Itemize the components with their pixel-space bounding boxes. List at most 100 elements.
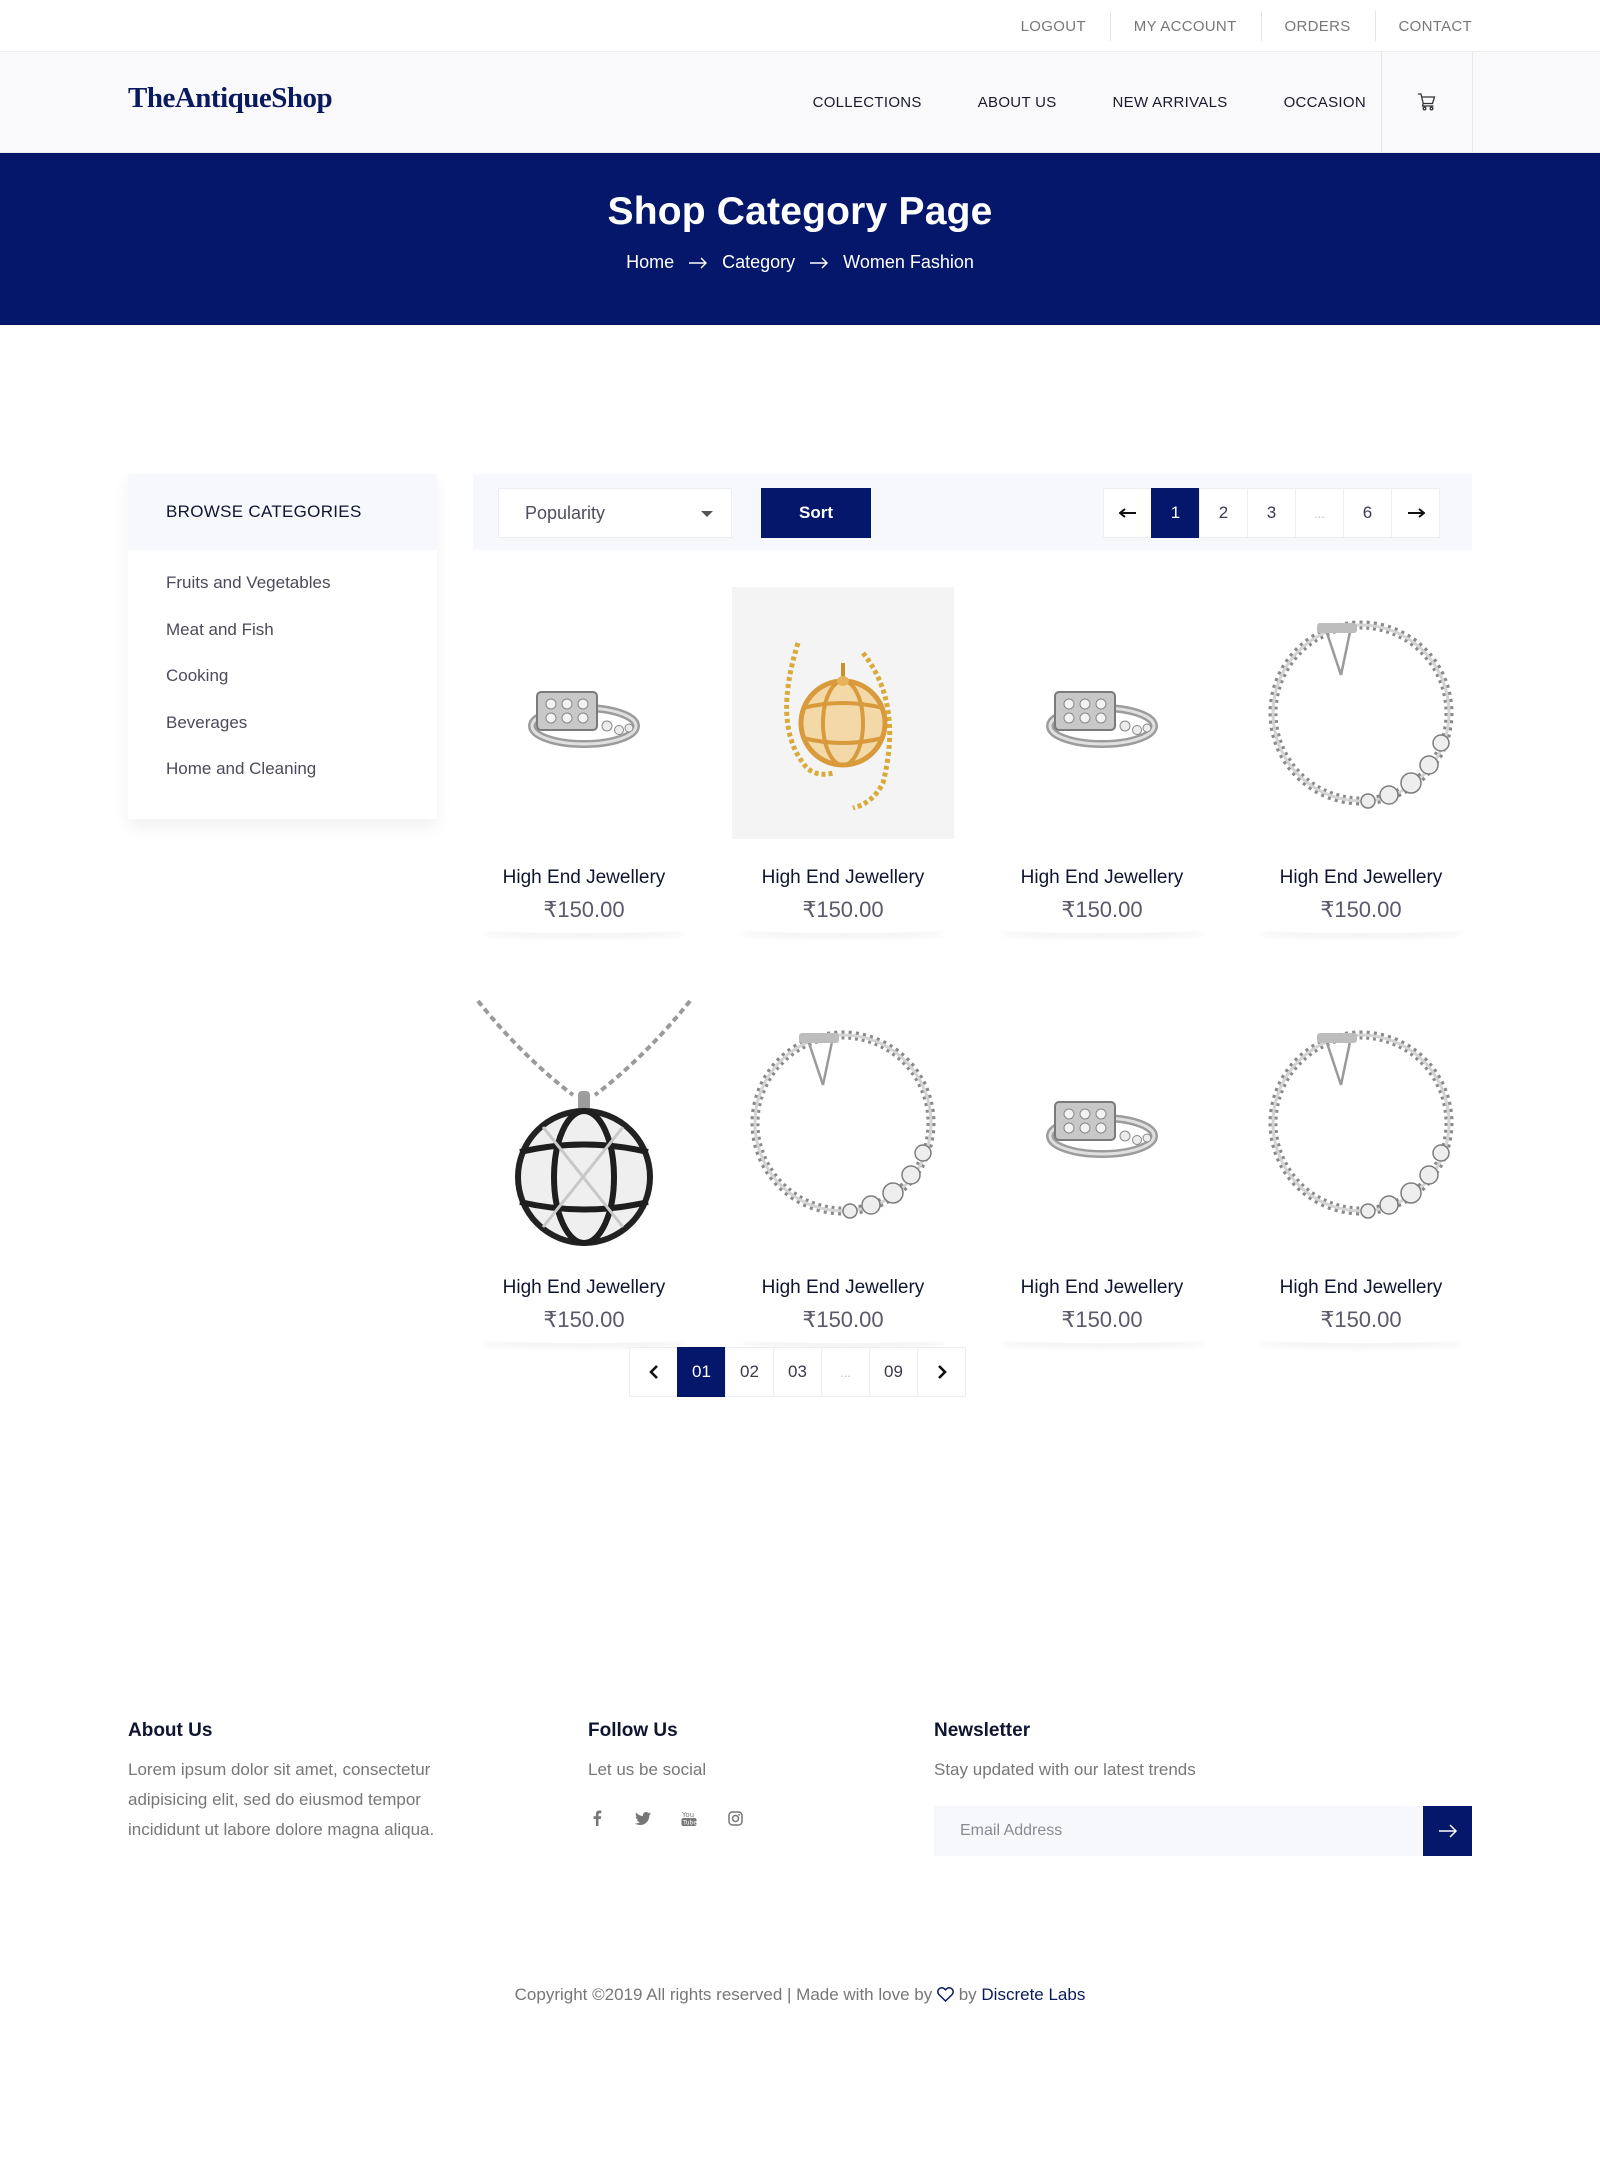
category-sidebar: BROWSE CATEGORIES Fruits and Vegetables …: [128, 474, 437, 819]
page-button[interactable]: 03: [773, 1347, 822, 1397]
chevron-left-icon: [648, 1365, 658, 1379]
product-price: ₹150.00: [802, 1307, 884, 1332]
product-name[interactable]: High End Jewellery: [1250, 867, 1472, 889]
breadcrumb-current: Women Fashion: [843, 252, 974, 272]
product-name[interactable]: High End Jewellery: [991, 867, 1213, 889]
twitter-icon[interactable]: [634, 1809, 652, 1827]
site-logo[interactable]: TheAntiqueShop: [128, 82, 333, 115]
svg-text:Tube: Tube: [682, 1819, 697, 1826]
nav-collections[interactable]: COLLECTIONS: [813, 94, 922, 111]
product-card: High End Jewellery ₹150.00: [1250, 587, 1472, 934]
footer-newsletter-text: Stay updated with our latest trends: [934, 1760, 1196, 1779]
arrow-right-icon: [810, 257, 829, 268]
breadcrumb-home[interactable]: Home: [626, 252, 674, 273]
product-image[interactable]: [473, 997, 695, 1249]
main-header: TheAntiqueShop COLLECTIONS ABOUT US NEW …: [0, 52, 1600, 153]
product-name[interactable]: High End Jewellery: [732, 867, 954, 889]
contact-link[interactable]: CONTACT: [1374, 0, 1472, 52]
ring-image: [528, 691, 640, 748]
category-list: Fruits and Vegetables Meat and Fish Cook…: [128, 550, 437, 793]
chevron-right-icon: [937, 1365, 947, 1379]
card-shadow: [1258, 925, 1464, 933]
product-name[interactable]: High End Jewellery: [732, 1277, 954, 1299]
category-item[interactable]: Meat and Fish: [166, 607, 437, 654]
nav-about-us[interactable]: ABOUT US: [978, 94, 1057, 111]
product-price: ₹150.00: [1320, 1307, 1402, 1332]
card-shadow: [481, 925, 687, 933]
subscribe-button[interactable]: [1423, 1806, 1472, 1856]
product-price: ₹150.00: [1061, 897, 1143, 922]
sort-select[interactable]: Popularity: [498, 488, 732, 538]
product-name[interactable]: High End Jewellery: [991, 1277, 1213, 1299]
page-button[interactable]: 1: [1151, 488, 1200, 538]
breadcrumb-category[interactable]: Category: [722, 252, 795, 273]
product-image[interactable]: [1250, 997, 1472, 1249]
product-image[interactable]: [732, 587, 954, 839]
discrete-labs-link[interactable]: Discrete Labs: [981, 1985, 1085, 2004]
bracelet-image: [1268, 1030, 1454, 1219]
youtube-icon[interactable]: You Tube: [680, 1809, 698, 1827]
page-button[interactable]: 09: [869, 1347, 918, 1397]
next-page-button[interactable]: [917, 1347, 966, 1397]
product-card: High End Jewellery ₹150.00: [991, 997, 1213, 1344]
sort-button[interactable]: Sort: [761, 488, 871, 538]
product-price: ₹150.00: [802, 897, 884, 922]
silver-pendant-image: [476, 999, 692, 1246]
page-button[interactable]: 3: [1247, 488, 1296, 538]
page-button[interactable]: 02: [725, 1347, 774, 1397]
filter-bar: Popularity Sort 1 2 3 ... 6: [473, 474, 1472, 550]
cart-icon: [1418, 93, 1436, 111]
arrow-right-icon: [689, 257, 708, 268]
footer-about-text: Lorem ipsum dolor sit amet, consectetur …: [128, 1760, 435, 1839]
arrow-right-icon: [1438, 1824, 1457, 1838]
gold-pendant-image: [784, 642, 893, 811]
my-account-link[interactable]: MY ACCOUNT: [1109, 0, 1261, 52]
facebook-icon[interactable]: [588, 1809, 606, 1827]
card-shadow: [999, 925, 1205, 933]
product-name[interactable]: High End Jewellery: [473, 1277, 695, 1299]
product-card: High End Jewellery ₹150.00: [473, 997, 695, 1344]
caret-down-icon: [701, 511, 713, 517]
instagram-icon[interactable]: [726, 1809, 744, 1827]
page-ellipsis: ...: [1295, 488, 1344, 538]
category-item[interactable]: Home and Cleaning: [166, 746, 437, 793]
page-button[interactable]: 01: [677, 1347, 726, 1397]
product-image[interactable]: [473, 587, 695, 839]
page-button[interactable]: 6: [1343, 488, 1392, 538]
svg-text:You: You: [681, 1811, 694, 1819]
category-item[interactable]: Beverages: [166, 700, 437, 747]
page-title: Shop Category Page: [607, 190, 993, 233]
prev-page-button[interactable]: [629, 1347, 678, 1397]
top-utility-bar: LOGOUT MY ACCOUNT ORDERS CONTACT: [0, 0, 1600, 52]
card-shadow: [481, 1335, 687, 1343]
product-price: ₹150.00: [543, 897, 625, 922]
email-field[interactable]: [934, 1806, 1423, 1856]
copyright-by: by: [958, 1985, 977, 2004]
product-image[interactable]: [991, 587, 1213, 839]
cart-button[interactable]: [1381, 52, 1473, 152]
page-ellipsis: ...: [821, 1347, 870, 1397]
logout-link[interactable]: LOGOUT: [997, 0, 1110, 52]
product-name[interactable]: High End Jewellery: [1250, 1277, 1472, 1299]
product-price: ₹150.00: [1061, 1307, 1143, 1332]
page-button[interactable]: 2: [1199, 488, 1248, 538]
orders-link[interactable]: ORDERS: [1260, 0, 1375, 52]
heart-icon: [937, 1987, 954, 2003]
category-item[interactable]: Fruits and Vegetables: [166, 560, 437, 607]
top-pagination: 1 2 3 ... 6: [1103, 488, 1440, 538]
nav-occasion[interactable]: OCCASION: [1284, 94, 1366, 111]
category-item[interactable]: Cooking: [166, 653, 437, 700]
next-page-button[interactable]: [1391, 488, 1440, 538]
product-image[interactable]: [991, 997, 1213, 1249]
nav-new-arrivals[interactable]: NEW ARRIVALS: [1113, 94, 1228, 111]
product-image[interactable]: [1250, 587, 1472, 839]
utility-links: LOGOUT MY ACCOUNT ORDERS CONTACT: [997, 0, 1472, 52]
card-shadow: [740, 925, 946, 933]
product-card: High End Jewellery ₹150.00: [732, 997, 954, 1344]
bottom-pagination: 01 02 03 ... 09: [629, 1347, 966, 1397]
prev-page-button[interactable]: [1103, 488, 1152, 538]
product-name[interactable]: High End Jewellery: [473, 867, 695, 889]
ring-image: [1046, 1101, 1158, 1158]
product-image[interactable]: [732, 997, 954, 1249]
page-banner: Shop Category Page Home Category Women F…: [0, 153, 1600, 325]
